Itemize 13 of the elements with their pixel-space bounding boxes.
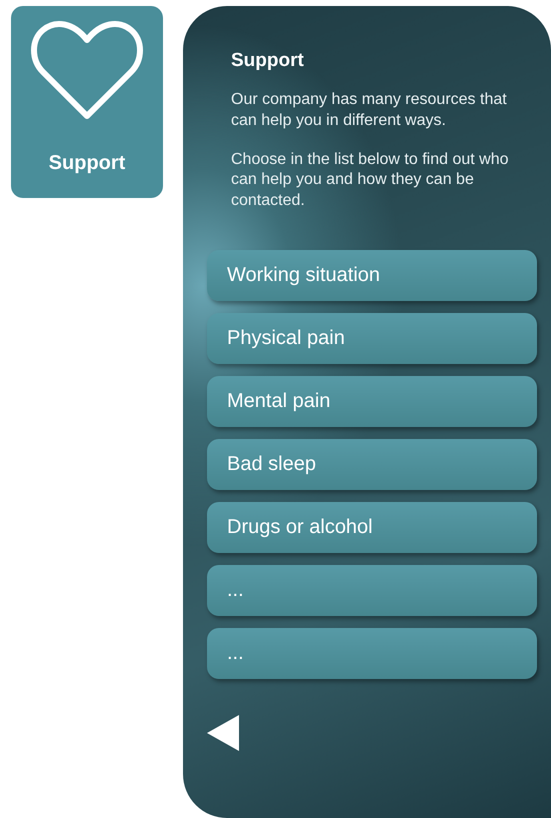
list-item-button[interactable]: Drugs or alcohol [207,502,537,553]
list-item-button[interactable]: Physical pain [207,312,537,364]
list-item-button[interactable]: Bad sleep [207,438,537,490]
list-item-button[interactable]: Working situation [207,250,537,301]
panel-title: Support [231,50,305,72]
tile-label: Support [48,152,126,175]
list-item-button[interactable]: ... [207,564,537,616]
panel-paragraph: Choose in the list below to find out who can help you and how they can be contacted. [231,150,510,212]
support-tile[interactable]: Support [11,6,163,198]
back-arrow-icon[interactable] [207,714,239,751]
panel-paragraph: Our company has many resources that can help you in different ways. [231,90,508,131]
list-item-button[interactable]: ... [207,628,537,679]
list-item-button[interactable]: Mental pain [207,376,537,427]
